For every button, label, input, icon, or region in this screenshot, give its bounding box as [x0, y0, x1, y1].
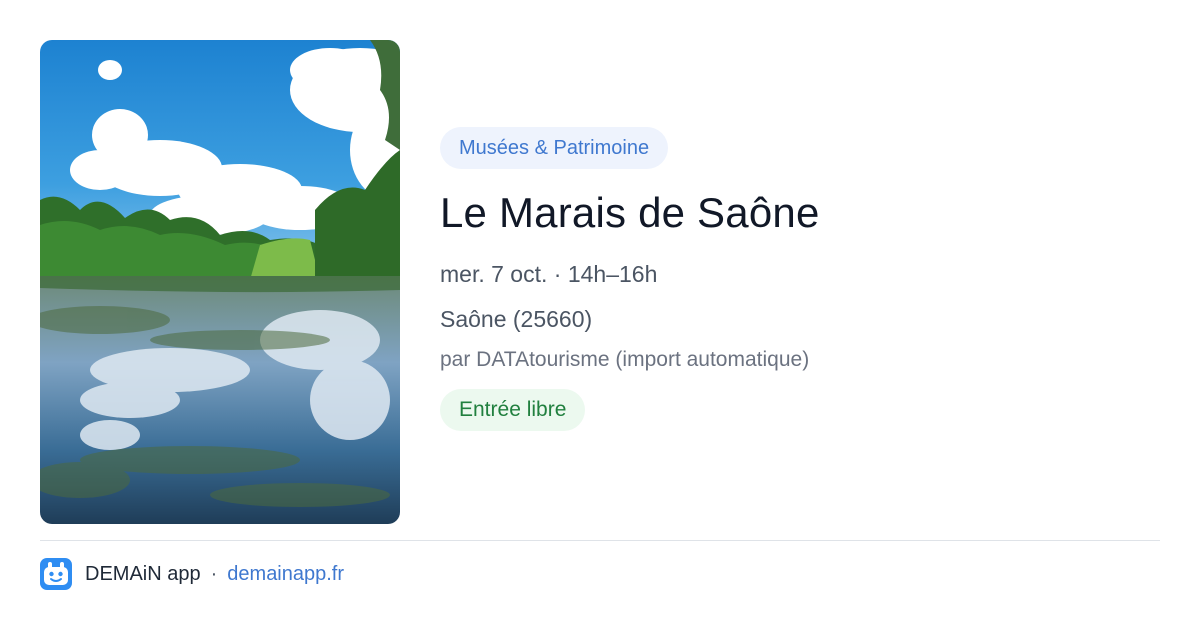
event-source: par DATAtourisme (import automatique) [440, 348, 810, 371]
event-location: Saône (25660) [440, 306, 593, 332]
event-share-card: Musées & Patrimoine Le Marais de Saône m… [0, 0, 1200, 630]
category-badge[interactable]: Musées & Patrimoine [440, 127, 669, 169]
price-badge: Entrée libre [440, 389, 586, 431]
event-photo [40, 40, 400, 524]
app-link[interactable]: demainapp.fr [227, 563, 344, 586]
footer-divider [40, 540, 1160, 541]
event-datetime: mer. 7 oct. · 14h–16h [440, 261, 658, 287]
footer-separator: · [210, 562, 218, 585]
demain-app-logo-icon [40, 558, 72, 590]
footer: DEMAiN app · demainapp.fr [40, 558, 344, 590]
event-title: Le Marais de Saône [440, 189, 820, 236]
event-info: Musées & Patrimoine Le Marais de Saône m… [440, 127, 1160, 431]
app-name: DEMAiN app [85, 562, 201, 585]
